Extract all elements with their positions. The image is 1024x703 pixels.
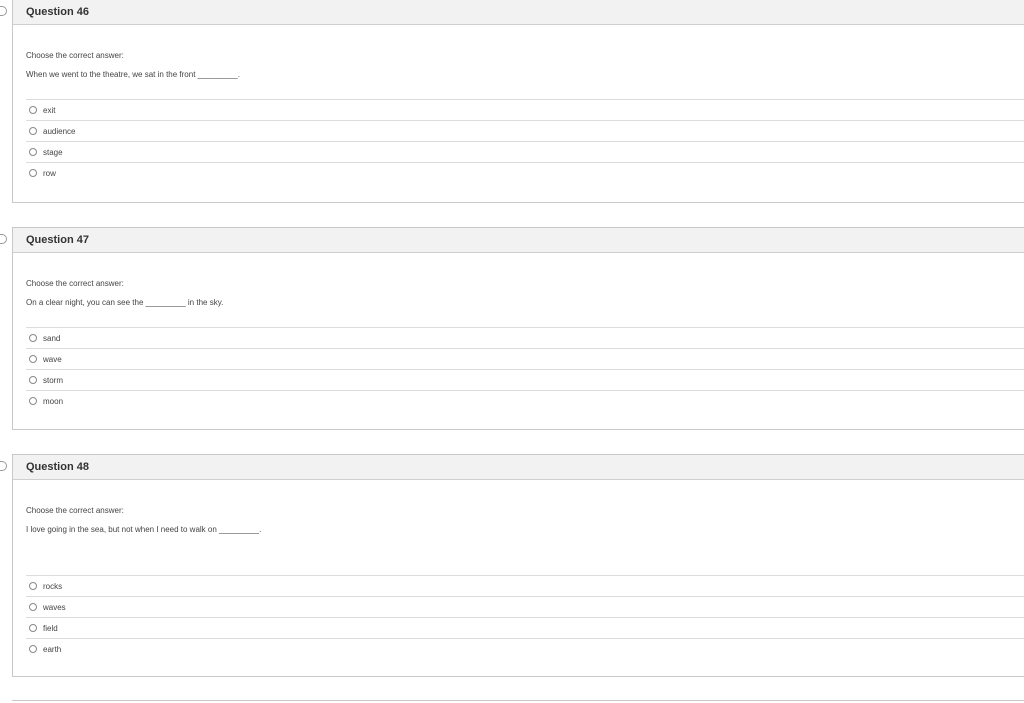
answer-option[interactable]: moon: [26, 390, 1024, 411]
question-card: Question 48 Choose the correct answer: I…: [0, 454, 1024, 677]
question-body: Choose the correct answer: On a clear ni…: [13, 279, 1024, 411]
flag-marker-icon[interactable]: [0, 6, 7, 16]
option-label: waves: [43, 602, 66, 612]
answer-option[interactable]: earth: [26, 638, 1024, 659]
option-label: stage: [43, 147, 63, 157]
question-body: Choose the correct answer: I love going …: [13, 506, 1024, 659]
radio-button-icon[interactable]: [29, 645, 37, 653]
question-title: Question 46: [26, 6, 89, 18]
question-body: Choose the correct answer: When we went …: [13, 51, 1024, 183]
option-label: sand: [43, 333, 61, 343]
question-header: Question 47: [13, 228, 1024, 253]
answer-option[interactable]: waves: [26, 596, 1024, 617]
radio-button-icon[interactable]: [29, 355, 37, 363]
answer-option[interactable]: row: [26, 162, 1024, 183]
question-prompt: On a clear night, you can see the ______…: [26, 298, 224, 307]
next-question-edge: [12, 700, 1024, 701]
option-label: row: [43, 168, 56, 178]
radio-button-icon[interactable]: [29, 376, 37, 384]
question-prompt: When we went to the theatre, we sat in t…: [26, 70, 240, 79]
radio-button-icon[interactable]: [29, 582, 37, 590]
radio-button-icon[interactable]: [29, 624, 37, 632]
radio-button-icon[interactable]: [29, 603, 37, 611]
question-title: Question 47: [26, 234, 89, 246]
question-prompt: I love going in the sea, but not when I …: [26, 525, 262, 534]
option-label: exit: [43, 105, 56, 115]
answer-option[interactable]: field: [26, 617, 1024, 638]
option-label: earth: [43, 644, 62, 654]
answer-option[interactable]: exit: [26, 99, 1024, 120]
option-label: audience: [43, 126, 76, 136]
question-instruction: Choose the correct answer:: [26, 51, 124, 60]
option-label: moon: [43, 396, 64, 406]
answer-options: sand wave storm moon: [26, 327, 1024, 411]
radio-button-icon[interactable]: [29, 148, 37, 156]
answer-option[interactable]: wave: [26, 348, 1024, 369]
question-title: Question 48: [26, 461, 89, 473]
flag-marker-icon[interactable]: [0, 461, 7, 471]
radio-button-icon[interactable]: [29, 397, 37, 405]
question-header: Question 48: [13, 455, 1024, 480]
option-label: storm: [43, 375, 63, 385]
answer-option[interactable]: stage: [26, 141, 1024, 162]
answer-options: rocks waves field earth: [26, 575, 1024, 659]
answer-option[interactable]: storm: [26, 369, 1024, 390]
radio-button-icon[interactable]: [29, 106, 37, 114]
option-label: field: [43, 623, 58, 633]
radio-button-icon[interactable]: [29, 169, 37, 177]
question-card: Question 46 Choose the correct answer: W…: [0, 0, 1024, 203]
radio-button-icon[interactable]: [29, 127, 37, 135]
question-instruction: Choose the correct answer:: [26, 506, 124, 515]
question-instruction: Choose the correct answer:: [26, 279, 124, 288]
answer-option[interactable]: rocks: [26, 575, 1024, 596]
option-label: wave: [43, 354, 62, 364]
option-label: rocks: [43, 581, 63, 591]
quiz-page: Question 46 Choose the correct answer: W…: [0, 0, 1024, 703]
question-header: Question 46: [13, 0, 1024, 25]
answer-option[interactable]: sand: [26, 327, 1024, 348]
radio-button-icon[interactable]: [29, 334, 37, 342]
flag-marker-icon[interactable]: [0, 234, 7, 244]
question-card: Question 47 Choose the correct answer: O…: [0, 227, 1024, 430]
answer-options: exit audience stage row: [26, 99, 1024, 183]
answer-option[interactable]: audience: [26, 120, 1024, 141]
